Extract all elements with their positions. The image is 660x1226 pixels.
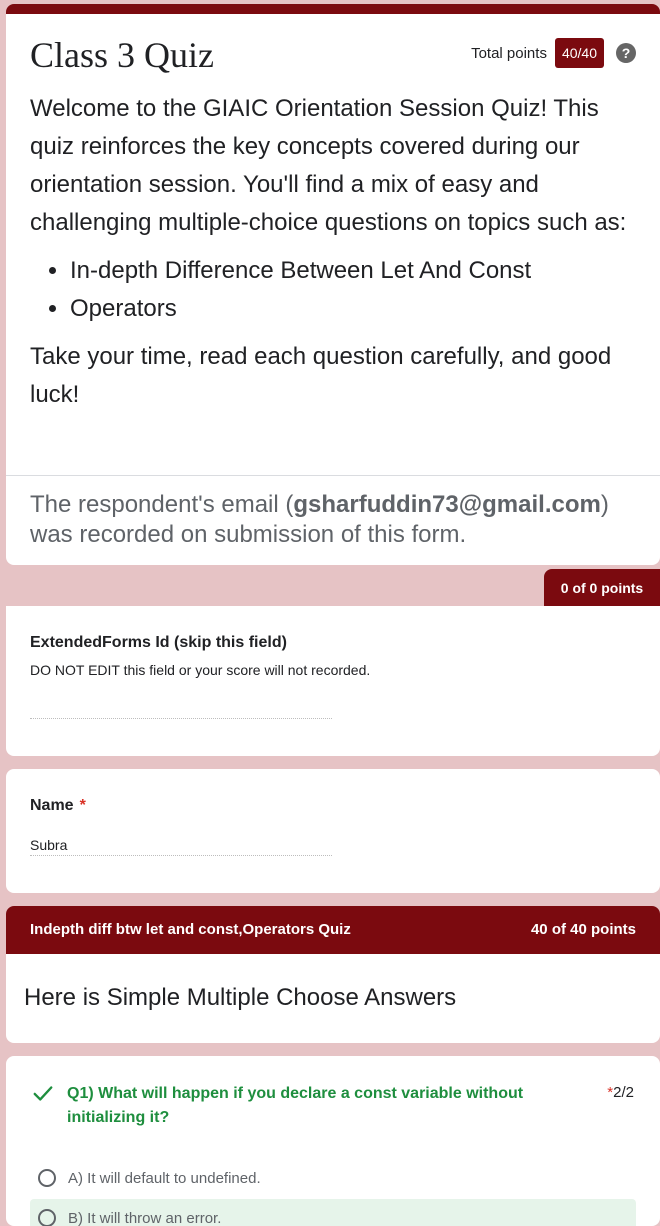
question-points: 2/2 <box>613 1084 634 1101</box>
name-field-title: Name * <box>30 797 86 815</box>
topic-item: Operators <box>70 290 640 328</box>
respondent-email: gsharfuddin73@gmail.com <box>293 491 600 518</box>
header-divider <box>6 475 660 476</box>
option-a[interactable]: A) It will default to undefined. <box>30 1159 636 1197</box>
form-title: Class 3 Quiz <box>30 34 214 76</box>
email-note: The respondent's email (gsharfuddin73@gm… <box>30 490 640 550</box>
extended-field-description: DO NOT EDIT this field or your score wil… <box>30 662 370 678</box>
option-b[interactable]: B) It will throw an error. <box>30 1199 636 1226</box>
total-points-label: Total points <box>471 45 547 62</box>
radio-selected-icon[interactable] <box>38 1209 56 1226</box>
topic-item: In-depth Difference Between Let And Cons… <box>70 252 640 290</box>
total-points: Total points 40/40 ? <box>471 38 636 68</box>
correct-check-icon <box>32 1082 54 1104</box>
topic-list: In-depth Difference Between Let And Cons… <box>30 252 640 328</box>
question-score: *2/2 <box>607 1084 634 1101</box>
name-field-label: Name <box>30 797 74 814</box>
description-outro: Take your time, read each question caref… <box>30 338 640 414</box>
question-text: Q1) What will happen if you declare a co… <box>67 1082 537 1130</box>
section-card: Indepth diff btw let and const,Operators… <box>6 906 660 1043</box>
extended-field-title: ExtendedForms Id (skip this field) <box>30 634 287 652</box>
section-points-tab: 0 of 0 points <box>544 569 660 606</box>
form-header-card: Class 3 Quiz Total points 40/40 ? Welcom… <box>6 4 660 565</box>
required-mark: * <box>80 797 86 814</box>
name-card: Name * Subra <box>6 769 660 893</box>
radio-unselected-icon[interactable] <box>38 1169 56 1187</box>
section-heading: Here is Simple Multiple Choose Answers <box>24 984 456 1012</box>
section-banner: Indepth diff btw let and const,Operators… <box>6 906 660 954</box>
option-label: B) It will throw an error. <box>68 1210 221 1226</box>
option-label: A) It will default to undefined. <box>68 1170 261 1187</box>
title-row: Class 3 Quiz Total points 40/40 ? <box>30 34 636 74</box>
name-field-input[interactable]: Subra <box>30 837 332 856</box>
description-intro: Welcome to the GIAIC Orientation Session… <box>30 90 640 242</box>
question-card: Q1) What will happen if you declare a co… <box>6 1056 660 1226</box>
email-note-prefix: The respondent's email ( <box>30 491 293 518</box>
total-points-badge: 40/40 <box>555 38 604 68</box>
extended-field-input[interactable] <box>30 700 332 719</box>
section-title: Indepth diff btw let and const,Operators… <box>30 921 351 938</box>
help-icon[interactable]: ? <box>616 43 636 63</box>
form-description: Welcome to the GIAIC Orientation Session… <box>30 90 640 414</box>
section-points: 40 of 40 points <box>531 921 636 938</box>
extended-forms-id-card: ExtendedForms Id (skip this field) DO NO… <box>6 606 660 756</box>
